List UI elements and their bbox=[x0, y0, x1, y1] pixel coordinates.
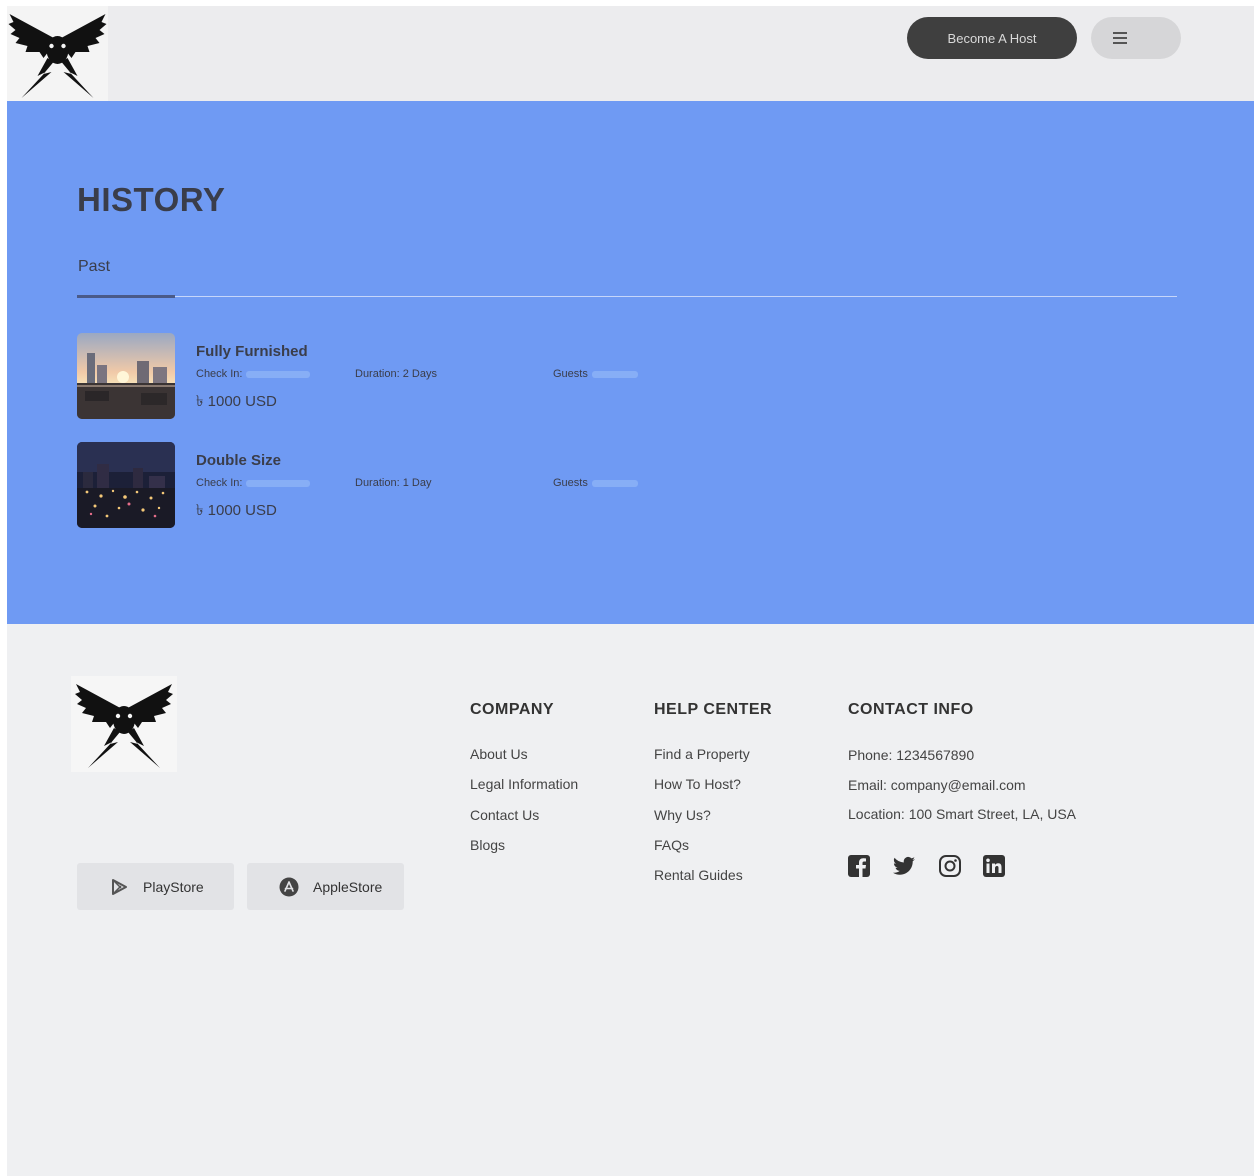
applestore-label: AppleStore bbox=[313, 878, 383, 895]
link-blogs[interactable]: Blogs bbox=[470, 837, 505, 853]
link-contact-us[interactable]: Contact Us bbox=[470, 807, 539, 823]
link-why-us[interactable]: Why Us? bbox=[654, 807, 711, 823]
duration: Duration: 2 Days bbox=[355, 368, 437, 380]
playstore-label: PlayStore bbox=[143, 878, 204, 895]
guests: Guests bbox=[553, 477, 638, 489]
page-title: HISTORY bbox=[77, 181, 226, 218]
booking-item[interactable]: Fully Furnished Check In: Duration: 2 Da… bbox=[77, 333, 777, 421]
app-store-icon bbox=[279, 877, 299, 897]
facebook-icon[interactable] bbox=[847, 854, 871, 878]
help-center-heading: HELP CENTER bbox=[654, 701, 773, 718]
link-faqs[interactable]: FAQs bbox=[654, 837, 689, 853]
top-nav: Become A Host bbox=[7, 6, 1254, 101]
check-in-label: Check In: bbox=[196, 477, 243, 489]
guests-label: Guests bbox=[553, 477, 588, 489]
price: ৳ 1000 USD bbox=[196, 502, 277, 519]
check-in: Check In: bbox=[196, 368, 311, 380]
logo[interactable] bbox=[7, 6, 108, 101]
applestore-button[interactable]: AppleStore bbox=[247, 863, 404, 910]
duration-value: 1 Day bbox=[402, 477, 432, 489]
play-icon bbox=[109, 877, 129, 897]
page: Become A Host HISTORY Past Fully Furnish… bbox=[7, 6, 1254, 1176]
contact-location: Location: 100 Smart Street, LA, USA bbox=[848, 806, 1077, 822]
guests-label: Guests bbox=[553, 368, 588, 380]
company-heading: COMPANY bbox=[470, 701, 555, 718]
contact-heading: CONTACT INFO bbox=[848, 701, 974, 718]
playstore-button[interactable]: PlayStore bbox=[77, 863, 234, 910]
become-host-button[interactable]: Become A Host bbox=[907, 17, 1077, 59]
property-thumbnail bbox=[77, 442, 175, 528]
check-in: Check In: bbox=[196, 477, 311, 489]
eagle-logo-icon bbox=[75, 684, 173, 768]
contact-phone: Phone: 1234567890 bbox=[848, 747, 975, 763]
contact-email: Email: company@email.com bbox=[848, 777, 1026, 793]
link-about-us[interactable]: About Us bbox=[470, 746, 528, 762]
booking-item[interactable]: Double Size Check In: Duration: 1 Day Gu… bbox=[77, 442, 777, 530]
eagle-logo-icon bbox=[8, 14, 107, 98]
duration-label: Duration: bbox=[355, 477, 400, 489]
guests-value bbox=[591, 479, 638, 487]
tab-past[interactable]: Past bbox=[78, 258, 110, 276]
duration-label: Duration: bbox=[355, 368, 400, 380]
link-legal-information[interactable]: Legal Information bbox=[470, 776, 578, 792]
link-find-property[interactable]: Find a Property bbox=[654, 746, 750, 762]
menu-button[interactable] bbox=[1091, 17, 1181, 59]
twitter-icon[interactable] bbox=[892, 854, 916, 878]
footer-logo[interactable] bbox=[71, 676, 177, 772]
guests-value bbox=[591, 370, 638, 378]
check-in-value bbox=[246, 370, 311, 378]
price: ৳ 1000 USD bbox=[196, 393, 277, 410]
history-section: HISTORY Past Fully Furnished Check In: D… bbox=[7, 101, 1254, 624]
instagram-icon[interactable] bbox=[938, 854, 962, 878]
guests: Guests bbox=[553, 368, 638, 380]
check-in-label: Check In: bbox=[196, 368, 243, 380]
property-thumbnail bbox=[77, 333, 175, 419]
hamburger-icon bbox=[1110, 30, 1130, 46]
linkedin-icon[interactable] bbox=[982, 854, 1006, 878]
tab-active-indicator bbox=[77, 295, 175, 298]
property-name: Fully Furnished bbox=[196, 343, 308, 360]
check-in-value bbox=[246, 479, 311, 487]
property-name: Double Size bbox=[196, 452, 282, 469]
duration: Duration: 1 Day bbox=[355, 477, 431, 489]
link-rental-guides[interactable]: Rental Guides bbox=[654, 867, 743, 883]
tab-divider bbox=[77, 296, 1177, 297]
duration-value: 2 Days bbox=[402, 368, 437, 380]
link-how-to-host[interactable]: How To Host? bbox=[654, 776, 741, 792]
